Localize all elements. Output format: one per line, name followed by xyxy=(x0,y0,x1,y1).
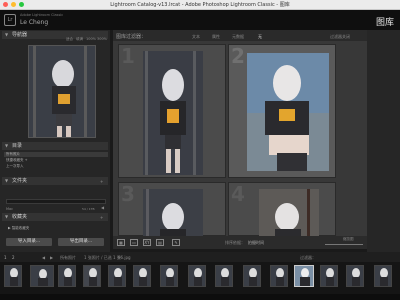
grid-cell[interactable]: 1 xyxy=(118,44,226,178)
import-button[interactable]: 导入目录... xyxy=(6,238,52,246)
filter-metadata-tab[interactable]: 元数据 xyxy=(232,34,244,40)
film-thumb[interactable] xyxy=(83,265,101,287)
add-collection-icon[interactable]: + xyxy=(100,215,103,220)
nav-fill[interactable]: 填满 xyxy=(76,37,83,42)
right-panel xyxy=(367,30,400,252)
source-path[interactable]: 所有照片 xyxy=(60,255,76,261)
smart-collections-item[interactable]: ▶ 智能收藏夹 xyxy=(8,226,29,231)
film-thumb-photo xyxy=(276,268,284,286)
survey-view-icon[interactable]: ▤ xyxy=(156,239,164,246)
photo-count: 1 张照片 / 已选 1 张 xyxy=(84,255,121,260)
film-thumb[interactable] xyxy=(270,265,288,287)
film-thumb-photo xyxy=(64,268,72,286)
film-thumb[interactable] xyxy=(346,265,364,287)
collapse-triangle-icon: ▼ xyxy=(5,178,9,183)
add-folder-icon[interactable]: + xyxy=(100,179,103,184)
film-thumb-photo xyxy=(194,268,202,286)
film-thumb-photo xyxy=(249,268,257,286)
photo-thumbnail xyxy=(247,53,329,171)
folder-filter-input[interactable] xyxy=(6,199,106,204)
collapse-triangle-icon: ▼ xyxy=(5,143,9,148)
film-thumb-photo xyxy=(89,268,97,286)
export-button[interactable]: 导出目录... xyxy=(58,238,104,246)
film-thumb[interactable] xyxy=(58,265,76,287)
film-thumb-photo xyxy=(166,268,174,286)
navigator-photo xyxy=(29,46,95,137)
film-thumb[interactable] xyxy=(108,265,126,287)
page-2-button[interactable]: 2 xyxy=(12,255,15,260)
film-thumb[interactable] xyxy=(215,265,233,287)
film-thumb-photo xyxy=(326,268,334,286)
film-thumb-photo xyxy=(10,268,18,286)
filter-none-tab[interactable]: 无 xyxy=(258,34,262,40)
thumbnail-size-label: 缩览图 xyxy=(343,237,354,241)
film-thumb[interactable] xyxy=(133,265,151,287)
film-thumb-photo xyxy=(114,268,122,286)
film-thumb[interactable] xyxy=(374,265,392,287)
module-library-tab[interactable]: 图库 xyxy=(376,15,394,28)
collections-header[interactable]: ▼ 收藏夹 xyxy=(2,213,108,221)
library-filter-label: 图库过滤器： xyxy=(116,34,147,40)
filter-text-tab[interactable]: 文本 xyxy=(192,34,200,40)
user-name[interactable]: Le Cheng xyxy=(20,19,48,26)
registered-label: Adobe Lightroom Classic xyxy=(20,13,64,17)
compare-view-icon[interactable]: XY xyxy=(143,239,151,246)
collapse-triangle-icon: ▼ xyxy=(5,32,9,37)
navigator-preview[interactable] xyxy=(28,45,96,138)
cell-index: 4 xyxy=(231,182,245,206)
film-thumb-photo xyxy=(221,268,229,286)
film-thumb-selected[interactable] xyxy=(294,265,314,287)
photo-thumbnail xyxy=(259,189,319,237)
folders-header[interactable]: ▼ 文件夹 xyxy=(2,177,108,185)
film-thumb-photo xyxy=(352,268,360,286)
volume-indicator-icon: ◀ xyxy=(101,205,105,210)
film-thumb[interactable] xyxy=(160,265,178,287)
sort-label: 排序依据： xyxy=(225,240,245,245)
catalog-all-photos[interactable]: 所有照片 xyxy=(4,152,108,157)
prev-arrow-icon[interactable]: ◀ xyxy=(42,255,45,260)
nav-100[interactable]: 100% xyxy=(86,37,96,41)
painter-icon[interactable]: ✎ xyxy=(172,239,180,246)
film-thumb-photo xyxy=(300,268,310,286)
window-titlebar: Lightroom Catalog-v13.lrcat - Adobe Phot… xyxy=(0,0,400,10)
bottom-border xyxy=(0,294,400,300)
film-thumb[interactable] xyxy=(243,265,261,287)
filter-attribute-tab[interactable]: 属性 xyxy=(212,34,220,40)
film-thumb[interactable] xyxy=(188,265,206,287)
nav-300[interactable]: 300% xyxy=(97,37,107,41)
volume-label[interactable]: Mac xyxy=(6,207,13,211)
film-thumb[interactable] xyxy=(4,265,22,287)
grid-view-icon[interactable]: ▦ xyxy=(117,239,125,246)
lrc-logo-icon: Lr xyxy=(4,14,16,26)
film-thumb[interactable] xyxy=(30,265,54,287)
selected-file: 96.jpg xyxy=(118,255,131,260)
film-thumb[interactable] xyxy=(320,265,338,287)
cell-index: 1 xyxy=(121,44,135,68)
loupe-view-icon[interactable]: ▭ xyxy=(130,239,138,246)
sort-select[interactable]: 拍摄时间 xyxy=(248,240,264,246)
photo-thumbnail xyxy=(143,189,203,237)
grid-cell[interactable]: 3 xyxy=(118,182,226,237)
film-filter-label: 过滤器： xyxy=(300,255,316,260)
cell-index: 3 xyxy=(121,182,135,206)
page-1-button[interactable]: 1 xyxy=(4,255,7,260)
nav-fit[interactable]: 适合 xyxy=(66,37,73,42)
grid-cell[interactable]: 4 xyxy=(228,182,336,237)
next-arrow-icon[interactable]: ▶ xyxy=(50,255,53,260)
thumbnail-size-slider[interactable] xyxy=(325,244,363,245)
window-title: Lightroom Catalog-v13.lrcat - Adobe Phot… xyxy=(110,2,290,8)
photo-thumbnail xyxy=(143,51,203,175)
filter-off-label[interactable]: 过滤器关闭 xyxy=(330,34,350,40)
grid-cell-selected[interactable]: 2 xyxy=(228,44,336,178)
cell-index: 2 xyxy=(231,44,245,68)
catalog-previous-import[interactable]: 上一次导入 xyxy=(6,164,24,169)
film-thumb-photo xyxy=(139,268,147,286)
collapse-triangle-icon: ▼ xyxy=(5,214,9,219)
catalog-quick-collection[interactable]: 快捷收藏夹 + xyxy=(6,158,28,163)
film-thumb-photo xyxy=(380,268,388,286)
film-thumb-photo xyxy=(38,269,48,286)
volume-size: 54 / 1TB xyxy=(82,207,95,211)
catalog-header[interactable]: ▼ 目录 xyxy=(2,142,108,150)
